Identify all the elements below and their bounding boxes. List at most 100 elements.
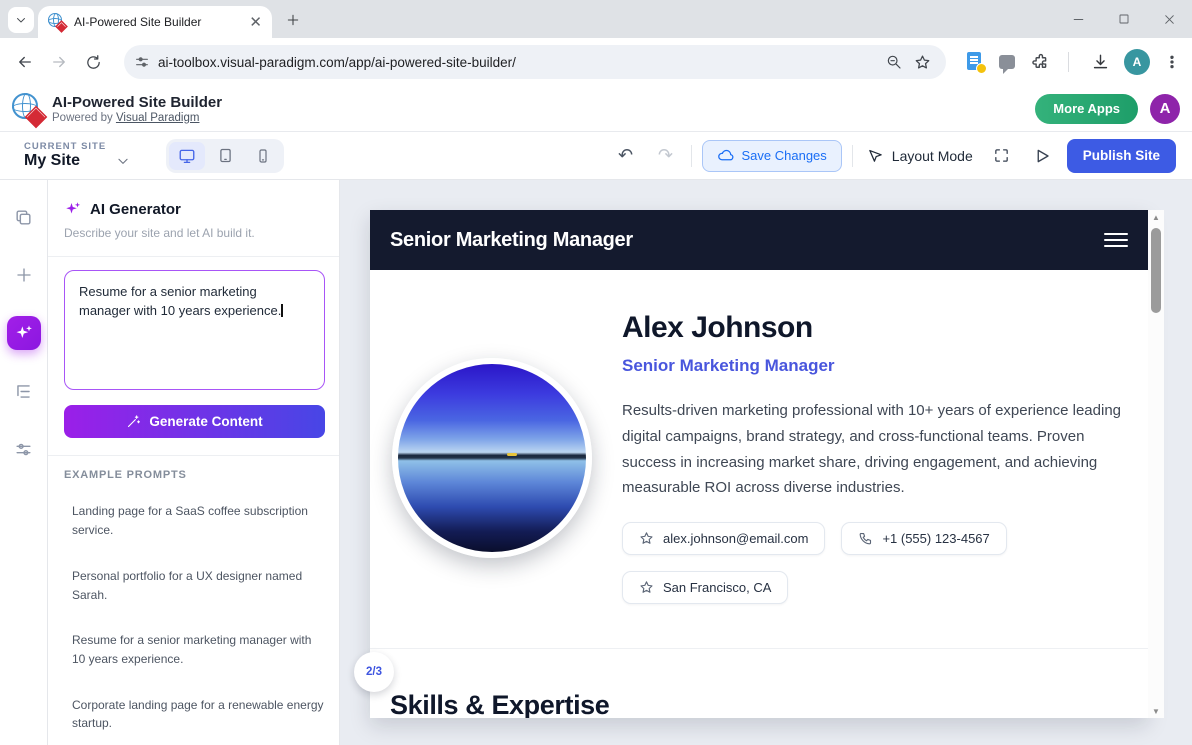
window-maximize-button[interactable]: [1101, 0, 1147, 38]
plus-icon: [15, 266, 33, 284]
scroll-up-arrow[interactable]: ▲: [1148, 210, 1164, 224]
save-changes-button[interactable]: Save Changes: [702, 140, 842, 172]
fullscreen-button[interactable]: [987, 141, 1017, 171]
sidebar-rail: [0, 180, 48, 745]
play-icon: [1033, 147, 1051, 165]
chevron-down-icon: [116, 154, 130, 168]
comment-extension-icon[interactable]: [999, 55, 1015, 69]
current-site[interactable]: CURRENT SITE My Site: [24, 141, 106, 170]
new-tab-button[interactable]: [282, 9, 304, 31]
hero-role: Senior Marketing Manager: [622, 356, 835, 376]
visual-paradigm-link[interactable]: Visual Paradigm: [116, 112, 200, 124]
example-prompt-item[interactable]: Corporate landing page for a renewable e…: [64, 696, 326, 733]
publish-site-button[interactable]: Publish Site: [1067, 139, 1176, 173]
contact-chips: alex.johnson@email.com +1 (555) 123-4567…: [622, 522, 1142, 604]
divider: [691, 145, 692, 167]
generate-content-button[interactable]: Generate Content: [64, 405, 325, 438]
preview-scrollbar[interactable]: ▲ ▼: [1148, 210, 1164, 718]
zoom-out-button[interactable]: [880, 45, 908, 79]
example-prompt-item[interactable]: Landing page for a SaaS coffee subscript…: [64, 502, 326, 539]
profile-photo: [392, 358, 592, 558]
location-chip[interactable]: San Francisco, CA: [622, 571, 788, 604]
sparkles-icon: [64, 200, 82, 218]
example-prompt-item[interactable]: Personal portfolio for a UX designer nam…: [64, 567, 326, 604]
forward-button[interactable]: [42, 45, 76, 79]
tab-close-icon[interactable]: ✕: [249, 15, 262, 30]
forward-arrow-icon: [50, 53, 68, 71]
prompt-textarea[interactable]: Resume for a senior marketing manager wi…: [64, 270, 325, 390]
section-divider: [370, 648, 1148, 649]
browser-menu-icon[interactable]: [1164, 54, 1180, 70]
cursor-icon: [867, 147, 884, 164]
workspace: AI Generator Describe your site and let …: [0, 180, 1192, 745]
star-icon: [639, 580, 654, 595]
app-title: AI-Powered Site Builder: [52, 94, 222, 112]
browser-tab[interactable]: AI-Powered Site Builder ✕: [38, 6, 272, 38]
phone-chip[interactable]: +1 (555) 123-4567: [841, 522, 1006, 555]
phone-icon: [858, 531, 873, 546]
sidebar-item-ai-generator[interactable]: [7, 316, 41, 350]
divider: [1068, 52, 1071, 72]
sliders-icon: [14, 440, 33, 459]
window-close-button[interactable]: [1146, 0, 1192, 38]
sidebar-item-add-section[interactable]: [7, 258, 41, 292]
magic-wand-icon: [126, 414, 141, 429]
browser-profile-avatar[interactable]: A: [1124, 49, 1150, 75]
section-badge[interactable]: 2/3: [354, 652, 394, 692]
tab-search-button[interactable]: [8, 7, 34, 33]
redo-button[interactable]: ↷: [651, 141, 681, 171]
site-settings-icon[interactable]: [134, 54, 150, 70]
docs-extension-icon[interactable]: [967, 52, 985, 72]
url-text[interactable]: ai-toolbox.visual-paradigm.com/app/ai-po…: [158, 55, 880, 70]
fullscreen-icon: [993, 147, 1010, 164]
star-icon: [639, 531, 654, 546]
layout-mode-button[interactable]: Layout Mode: [863, 147, 977, 164]
sidebar-item-pages[interactable]: [7, 200, 41, 234]
undo-button[interactable]: ↶: [611, 141, 641, 171]
site-dropdown-button[interactable]: [116, 154, 130, 168]
sidebar-item-settings[interactable]: [7, 432, 41, 466]
site-preview-canvas: Senior Marketing Manager Alex Johnson Se…: [340, 180, 1192, 745]
site-preview-page: Senior Marketing Manager Alex Johnson Se…: [370, 210, 1148, 718]
skills-section-title: Skills & Expertise: [390, 690, 609, 718]
device-desktop-button[interactable]: [169, 142, 205, 170]
hamburger-menu-icon[interactable]: [1104, 229, 1128, 251]
scrollbar-thumb[interactable]: [1151, 228, 1161, 313]
tab-title: AI-Powered Site Builder: [74, 15, 241, 29]
mobile-icon: [255, 148, 271, 164]
device-tablet-button[interactable]: [207, 142, 243, 170]
back-button[interactable]: [8, 45, 42, 79]
zoom-out-icon: [886, 54, 902, 70]
bookmark-button[interactable]: [908, 45, 936, 79]
app-logo: [12, 93, 44, 125]
more-apps-button[interactable]: More Apps: [1035, 94, 1138, 124]
preview-play-button[interactable]: [1027, 141, 1057, 171]
window-minimize-button[interactable]: [1055, 0, 1101, 38]
app-header: AI-Powered Site Builder Powered by Visua…: [0, 86, 1192, 132]
scroll-down-arrow[interactable]: ▼: [1148, 704, 1164, 718]
example-prompt-item[interactable]: Resume for a senior marketing manager wi…: [64, 631, 326, 668]
hero-bio: Results-driven marketing professional wi…: [622, 398, 1130, 501]
site-name: My Site: [24, 152, 106, 170]
cloud-icon: [717, 147, 734, 164]
url-bar[interactable]: ai-toolbox.visual-paradigm.com/app/ai-po…: [124, 45, 946, 79]
browser-tab-strip: AI-Powered Site Builder ✕: [0, 0, 1192, 38]
device-mobile-button[interactable]: [245, 142, 281, 170]
download-icon[interactable]: [1091, 53, 1110, 72]
desktop-icon: [178, 147, 196, 165]
sidebar-item-outline[interactable]: [7, 374, 41, 408]
app-user-avatar[interactable]: A: [1150, 94, 1180, 124]
close-icon: [1163, 13, 1176, 26]
copy-pages-icon: [14, 208, 33, 227]
device-toggle-group: [166, 139, 284, 173]
divider: [48, 455, 339, 456]
reload-button[interactable]: [76, 45, 110, 79]
star-icon: [914, 54, 931, 71]
site-navbar-title: Senior Marketing Manager: [390, 229, 633, 252]
ai-panel-title: AI Generator: [90, 201, 181, 218]
email-chip[interactable]: alex.johnson@email.com: [622, 522, 825, 555]
site-navbar: Senior Marketing Manager: [370, 210, 1148, 270]
extensions-puzzle-icon[interactable]: [1029, 53, 1048, 72]
text-caret: [281, 304, 283, 317]
sparkles-icon: [14, 323, 34, 343]
